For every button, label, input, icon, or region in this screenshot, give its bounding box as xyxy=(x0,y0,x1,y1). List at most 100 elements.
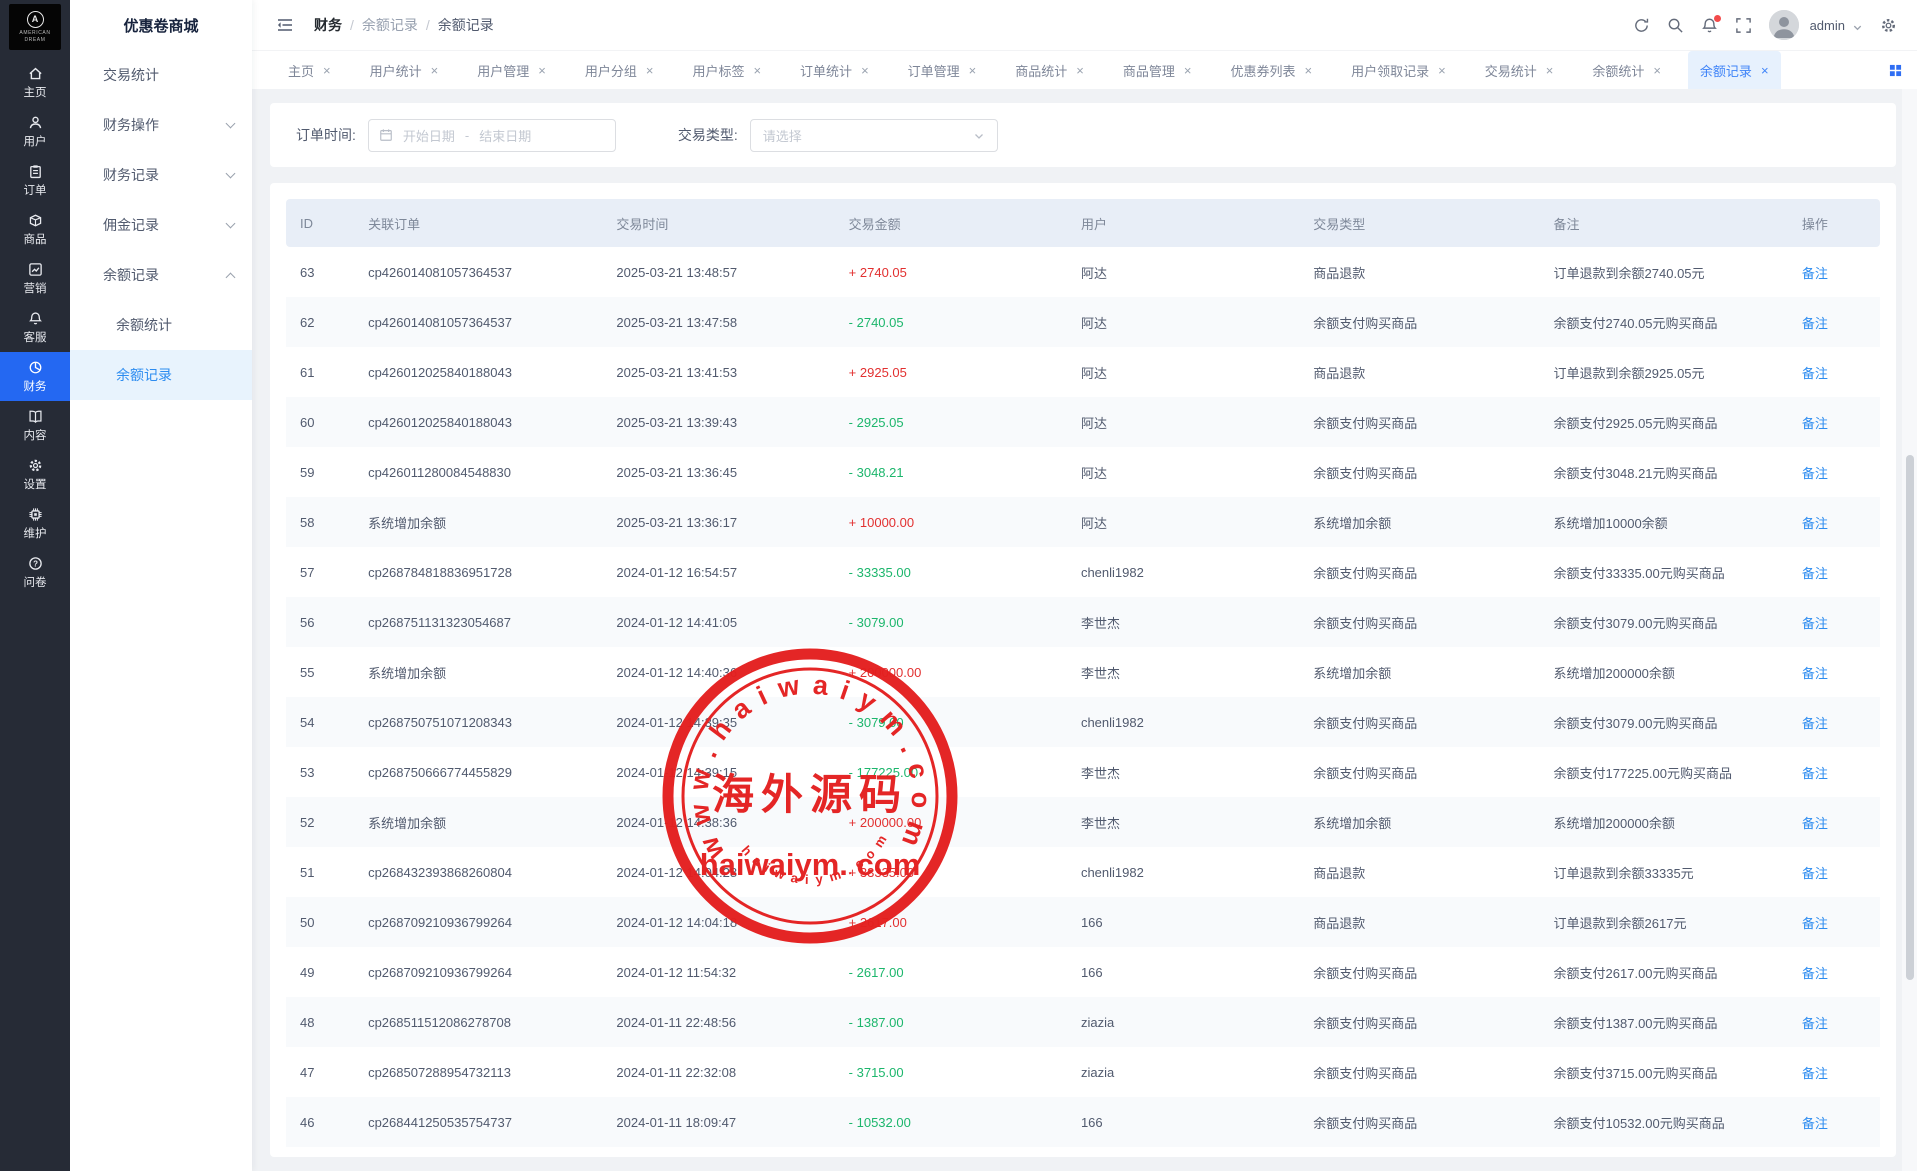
tab[interactable]: 用户标签× xyxy=(680,51,773,89)
rail-item-order[interactable]: 订单 xyxy=(0,156,70,205)
breadcrumb-item[interactable]: 余额记录 xyxy=(362,15,418,35)
row-type: 商品退款 xyxy=(1303,347,1543,397)
date-range-input[interactable]: 开始日期 - 结束日期 xyxy=(368,119,616,152)
remark-action-link[interactable]: 备注 xyxy=(1802,516,1828,531)
menu-item[interactable]: 交易统计 xyxy=(70,50,252,100)
tab[interactable]: 用户分组× xyxy=(573,51,666,89)
breadcrumb-item[interactable]: 余额记录 xyxy=(438,15,494,35)
tab-close-icon[interactable]: × xyxy=(1305,64,1313,77)
table-row: 58系统增加余额2025-03-21 13:36:17+ 10000.00阿达系… xyxy=(286,497,1880,547)
user-name[interactable]: admin xyxy=(1810,18,1845,33)
tab[interactable]: 优惠券列表× xyxy=(1218,51,1324,89)
rail-item-label: 设置 xyxy=(24,476,47,492)
remark-action-link[interactable]: 备注 xyxy=(1802,916,1828,931)
remark-action-link[interactable]: 备注 xyxy=(1802,566,1828,581)
tab-close-icon[interactable]: × xyxy=(969,64,977,77)
remark-action-link[interactable]: 备注 xyxy=(1802,816,1828,831)
remark-action-link[interactable]: 备注 xyxy=(1802,716,1828,731)
submenu-item[interactable]: 余额统计 xyxy=(70,300,252,350)
tab[interactable]: 用户统计× xyxy=(358,51,451,89)
remark-action-link[interactable]: 备注 xyxy=(1802,1066,1828,1081)
remark-action-link[interactable]: 备注 xyxy=(1802,466,1828,481)
tab-close-icon[interactable]: × xyxy=(753,64,761,77)
rail-item-content[interactable]: 内容 xyxy=(0,401,70,450)
row-amount: + 2740.05 xyxy=(839,247,1071,297)
remark-action-link[interactable]: 备注 xyxy=(1802,266,1828,281)
rail-item-product[interactable]: 商品 xyxy=(0,205,70,254)
remark-action-link[interactable]: 备注 xyxy=(1802,1016,1828,1031)
tab-close-icon[interactable]: × xyxy=(1184,64,1192,77)
menu-item[interactable]: 佣金记录 xyxy=(70,200,252,250)
rail-item-finance[interactable]: 财务 xyxy=(0,352,70,401)
row-id: 55 xyxy=(286,647,358,697)
submenu-item[interactable]: 余额记录 xyxy=(70,350,252,400)
row-time: 2024-01-12 14:39:15 xyxy=(606,747,838,797)
tab[interactable]: 订单统计× xyxy=(788,51,881,89)
row-id: 51 xyxy=(286,847,358,897)
tab-close-icon[interactable]: × xyxy=(646,64,654,77)
tab[interactable]: 主页× xyxy=(276,51,343,89)
search-icon[interactable] xyxy=(1667,17,1684,34)
select-placeholder: 请选择 xyxy=(763,126,802,145)
remark-action-link[interactable]: 备注 xyxy=(1802,966,1828,981)
tab[interactable]: 用户管理 × xyxy=(465,51,558,89)
submenu-item-label: 余额统计 xyxy=(116,315,172,335)
tab[interactable]: 用户领取记录× xyxy=(1339,51,1458,89)
remark-action-link[interactable]: 备注 xyxy=(1802,316,1828,331)
breadcrumb-item[interactable]: 财务 xyxy=(314,15,342,35)
remark-action-link[interactable]: 备注 xyxy=(1802,416,1828,431)
remark-action-link[interactable]: 备注 xyxy=(1802,616,1828,631)
tab-close-icon[interactable]: × xyxy=(323,64,331,77)
rail-item-maintenance[interactable]: 维护 xyxy=(0,499,70,548)
tab-close-icon[interactable]: × xyxy=(1546,64,1554,77)
tab[interactable]: 交易统计 × xyxy=(1473,51,1566,89)
menu-item[interactable]: 财务操作 xyxy=(70,100,252,150)
chevron-down-icon[interactable] xyxy=(1852,20,1863,31)
rail-item-settings[interactable]: 设置 xyxy=(0,450,70,499)
question-icon: ? xyxy=(28,556,43,571)
row-type: 系统增加余额 xyxy=(1303,647,1543,697)
tab-grid-icon[interactable] xyxy=(1889,64,1902,77)
tab[interactable]: 余额统计× xyxy=(1580,51,1673,89)
remark-action-link[interactable]: 备注 xyxy=(1802,866,1828,881)
fullscreen-icon[interactable] xyxy=(1735,17,1752,34)
notification-bell-icon[interactable] xyxy=(1701,17,1718,34)
tab[interactable]: 商品统计× xyxy=(1003,51,1096,89)
remark-action-link[interactable]: 备注 xyxy=(1802,766,1828,781)
tab-close-icon[interactable]: × xyxy=(1653,64,1661,77)
rail-item-home[interactable]: 主页 xyxy=(0,58,70,107)
tab-close-icon[interactable]: × xyxy=(431,64,439,77)
refresh-icon[interactable] xyxy=(1633,17,1650,34)
tab-close-icon[interactable]: × xyxy=(1076,64,1084,77)
tab[interactable]: 余额记录× xyxy=(1688,51,1781,89)
row-type: 商品退款 xyxy=(1303,247,1543,297)
avatar[interactable] xyxy=(1769,10,1799,40)
rail-item-label: 财务 xyxy=(24,378,47,394)
remark-action-link[interactable]: 备注 xyxy=(1802,366,1828,381)
rail-item-user[interactable]: 用户 xyxy=(0,107,70,156)
product-icon xyxy=(28,213,43,228)
tab-close-icon[interactable]: × xyxy=(861,64,869,77)
table-row: 47cp2685072889547321132024-01-11 22:32:0… xyxy=(286,1047,1880,1097)
menu-item[interactable]: 余额记录 xyxy=(70,250,252,300)
scrollbar-thumb[interactable] xyxy=(1906,455,1914,980)
rail-item-question[interactable]: ?问卷 xyxy=(0,548,70,597)
remark-action-link[interactable]: 备注 xyxy=(1802,1116,1828,1131)
tab[interactable]: 商品管理× xyxy=(1111,51,1204,89)
rail-item-service[interactable]: 客服 xyxy=(0,303,70,352)
transaction-type-select[interactable]: 请选择 xyxy=(750,119,998,152)
gear-icon[interactable] xyxy=(1880,17,1897,34)
tab-close-icon[interactable]: × xyxy=(1761,64,1769,77)
tab-label: 交易统计 xyxy=(1485,61,1537,80)
rail-item-label: 维护 xyxy=(24,525,47,541)
brand-logo[interactable]: A AMERICANDREAM xyxy=(9,4,61,50)
tab[interactable]: 订单管理× xyxy=(896,51,989,89)
sidebar-fold-icon[interactable] xyxy=(276,16,294,34)
tab-close-icon[interactable]: × xyxy=(1438,64,1446,77)
type-filter-label: 交易类型: xyxy=(678,125,738,145)
menu-item[interactable]: 财务记录 xyxy=(70,150,252,200)
tab-close-icon[interactable]: × xyxy=(538,64,546,77)
tab-label: 用户管理 xyxy=(477,61,529,80)
rail-item-marketing[interactable]: 营销 xyxy=(0,254,70,303)
remark-action-link[interactable]: 备注 xyxy=(1802,666,1828,681)
